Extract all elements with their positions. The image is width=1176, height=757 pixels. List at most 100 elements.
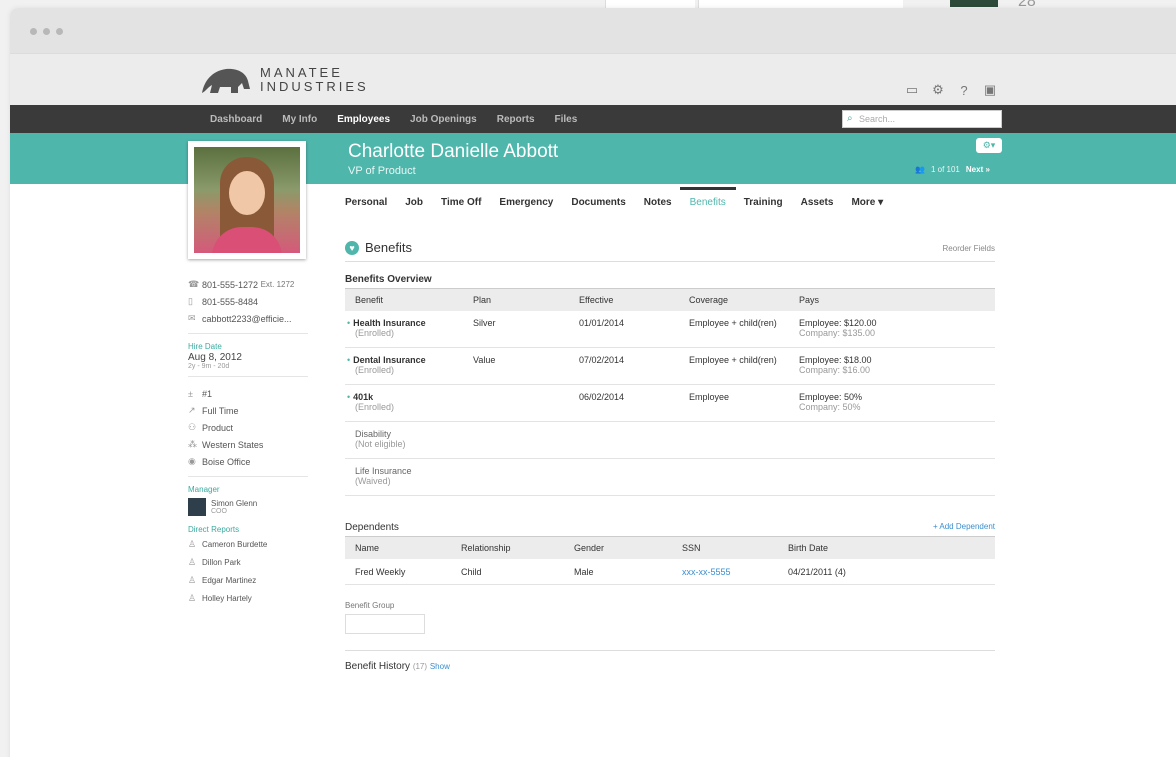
company-pays: Company: $135.00	[799, 327, 876, 338]
location-icon: ◉	[188, 456, 196, 466]
benefit-cell: • 401k (Enrolled)	[345, 384, 463, 422]
company-logo[interactable]: MANATEE INDUSTRIES	[198, 63, 369, 97]
nav-item-dashboard[interactable]: Dashboard	[200, 114, 272, 125]
coverage-cell: Employee	[679, 384, 789, 422]
employee-photo	[188, 141, 306, 259]
section-title: Benefits	[365, 240, 412, 255]
division-icon: ⁂	[188, 439, 197, 449]
phone-icon: ☎	[188, 279, 200, 289]
benefit-row[interactable]: Disability (Not eligible)	[345, 421, 995, 459]
column-header: Pays	[789, 288, 995, 311]
gear-menu-button[interactable]: ⚙▾	[976, 138, 1002, 153]
nav-item-files[interactable]: Files	[545, 114, 588, 125]
tab-time-off[interactable]: Time Off	[432, 197, 490, 208]
coverage-cell	[679, 458, 789, 496]
reorder-fields-link[interactable]: Reorder Fields	[943, 244, 995, 253]
email[interactable]: cabbott2233@efficie...	[202, 314, 292, 324]
column-header: Relationship	[451, 536, 564, 559]
nav-item-reports[interactable]: Reports	[487, 114, 545, 125]
direct-report-item[interactable]: ♙ Holley Hartely	[188, 589, 308, 607]
background-card	[605, 0, 695, 8]
benefit-row[interactable]: • Health Insurance (Enrolled) Silver 01/01/2…	[345, 310, 995, 348]
person-icon: ♙	[188, 556, 197, 567]
tab-more[interactable]: More ▾	[842, 197, 892, 208]
column-header: Plan	[463, 288, 569, 311]
minimize-dot[interactable]	[43, 28, 50, 35]
tab-notes[interactable]: Notes	[635, 197, 681, 208]
benefit-cell: Life Insurance (Waived)	[345, 458, 463, 496]
benefits-header: ♥ Benefits Reorder Fields	[345, 240, 995, 262]
direct-report-name: Dillon Park	[202, 557, 241, 567]
inbox-icon[interactable]: ▭	[905, 82, 919, 98]
dependent-name: Fred Weekly	[345, 558, 451, 585]
benefit-status: (Enrolled)	[355, 327, 395, 338]
heart-icon: ♥	[345, 240, 359, 255]
nav-item-employees[interactable]: Employees	[327, 114, 400, 125]
next-link[interactable]: Next »	[966, 165, 990, 174]
tab-benefits[interactable]: Benefits	[681, 197, 735, 208]
pays-cell: Employee: 50% Company: 50%	[789, 384, 995, 422]
benefit-row[interactable]: • Dental Insurance (Enrolled) Value 07/02/20…	[345, 347, 995, 385]
maximize-dot[interactable]	[56, 28, 63, 35]
enrolled-bullet-icon: •	[347, 355, 351, 365]
benefit-group-field[interactable]	[345, 614, 425, 634]
tab-job[interactable]: Job	[396, 197, 432, 208]
tab-training[interactable]: Training	[735, 197, 792, 208]
company-name: MANATEE INDUSTRIES	[260, 65, 369, 94]
main-nav: Dashboard My Info Employees Job Openings Rep…	[10, 105, 1176, 133]
benefit-row[interactable]: Life Insurance (Waived)	[345, 458, 995, 496]
active-tab-indicator	[680, 187, 736, 190]
manager-card[interactable]: Simon Glenn COO	[188, 498, 308, 516]
top-icons: ▭ ⚙ ? ▣	[905, 82, 997, 98]
tenure: 2y - 9m - 20d	[188, 363, 230, 370]
coverage-cell	[679, 421, 789, 459]
manager-avatar	[188, 498, 206, 516]
nav-item-job-openings[interactable]: Job Openings	[400, 114, 487, 125]
dependent-birth-date: 04/21/2011 (4)	[778, 558, 995, 585]
tab-assets[interactable]: Assets	[792, 197, 843, 208]
search-icon: ⌕	[847, 113, 853, 124]
tab-personal[interactable]: Personal	[345, 197, 396, 208]
hire-date: Aug 8, 2012	[188, 352, 242, 363]
benefit-history: Benefit History (17) Show	[345, 661, 995, 672]
benefit-history-show-link[interactable]: Show	[430, 662, 450, 671]
benefits-overview-title: Benefits Overview	[345, 274, 432, 285]
person-icon: ♙	[188, 592, 197, 603]
column-header: Name	[345, 536, 451, 559]
close-dot[interactable]	[30, 28, 37, 35]
dependents-title: Dependents	[345, 522, 399, 533]
benefit-row[interactable]: • 401k (Enrolled) 06/02/2014 Employee Employe…	[345, 384, 995, 422]
add-dependent-link[interactable]: + Add Dependent	[933, 522, 995, 536]
status-icon: ↗	[188, 405, 196, 415]
direct-report-item[interactable]: ♙ Edgar Martinez	[188, 571, 308, 589]
direct-report-name: Edgar Martinez	[202, 575, 257, 585]
plan-cell	[463, 421, 569, 459]
help-icon[interactable]: ?	[957, 83, 971, 98]
pays-cell: Employee: $18.00 Company: $16.00	[789, 347, 995, 385]
user-icon[interactable]: ▣	[983, 82, 997, 98]
settings-icon[interactable]: ⚙	[931, 82, 945, 98]
search-placeholder: Search...	[859, 114, 896, 124]
tab-emergency[interactable]: Emergency	[490, 197, 562, 208]
column-header: Effective	[569, 288, 679, 311]
manager-name: Simon Glenn	[211, 499, 258, 508]
column-header: SSN	[672, 536, 778, 559]
location: Boise Office	[202, 456, 251, 467]
column-header: Benefit	[345, 288, 463, 311]
window-controls	[30, 28, 63, 35]
direct-report-item[interactable]: ♙ Cameron Burdette	[188, 535, 308, 553]
work-phone[interactable]: 801-555-1272	[202, 280, 258, 290]
employee-name: Charlotte Danielle Abbott	[348, 141, 559, 162]
benefit-status: (Enrolled)	[355, 365, 395, 375]
benefit-name: Disability	[355, 429, 392, 439]
search-input[interactable]: ⌕ Search...	[842, 110, 1002, 128]
dependent-row[interactable]: Fred Weekly Child Male xxx-xx-5555 04/21/201…	[345, 558, 995, 585]
direct-report-item[interactable]: ♙ Dillon Park	[188, 553, 308, 571]
direct-reports-list: ♙ Cameron Burdette ♙ Dillon Park ♙ Edgar Mart…	[188, 535, 308, 607]
column-header: Birth Date	[778, 536, 995, 559]
mobile-phone[interactable]: 801-555-8484	[202, 297, 258, 307]
dependent-ssn[interactable]: xxx-xx-5555	[672, 558, 778, 585]
tab-documents[interactable]: Documents	[562, 197, 634, 208]
employee-pager: 👥 1 of 101 Next »	[915, 165, 990, 174]
nav-item-my-info[interactable]: My Info	[272, 114, 327, 125]
